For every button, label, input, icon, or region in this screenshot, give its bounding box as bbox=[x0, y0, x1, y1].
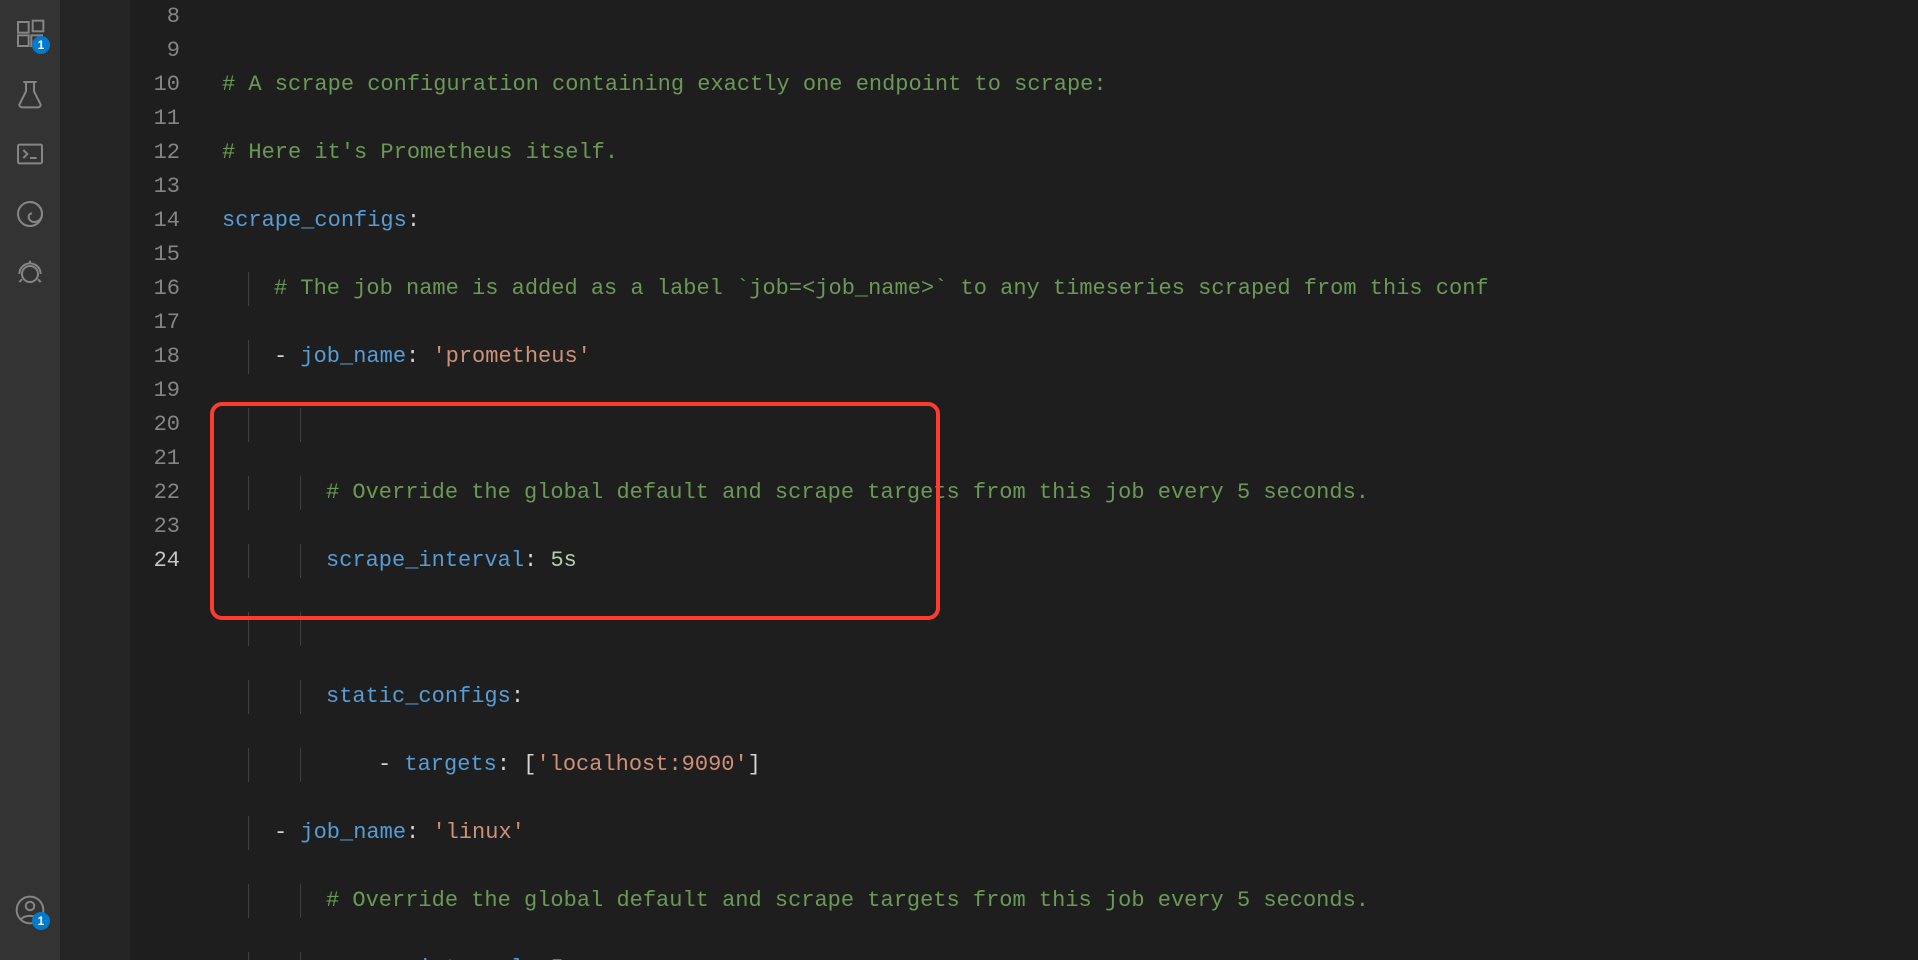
code-line[interactable]: # The job name is added as a label `job=… bbox=[222, 272, 1918, 306]
beaker-icon bbox=[14, 78, 46, 110]
code-token: 'localhost:9090' bbox=[536, 752, 747, 777]
code-line[interactable]: # Override the global default and scrape… bbox=[222, 476, 1918, 510]
activity-spiral[interactable] bbox=[0, 184, 60, 244]
code-token: targets bbox=[404, 752, 496, 777]
activity-extensions[interactable]: 1 bbox=[0, 4, 60, 64]
terminal-icon bbox=[14, 138, 46, 170]
line-number: 13 bbox=[130, 170, 180, 204]
code-token: # The job name is added as a label `job=… bbox=[274, 276, 1489, 301]
indent-guide bbox=[300, 748, 301, 782]
line-number-gutter: 89101112131415161718192021222324 bbox=[130, 0, 204, 578]
code-token: 'linux' bbox=[432, 820, 524, 845]
indent-guide bbox=[300, 680, 301, 714]
code-line[interactable] bbox=[222, 408, 1918, 442]
indent-guide bbox=[248, 340, 249, 374]
line-number: 19 bbox=[130, 374, 180, 408]
sidebar-collapsed[interactable] bbox=[60, 0, 130, 960]
indent-guide bbox=[300, 408, 301, 442]
indent-guide bbox=[248, 544, 249, 578]
activity-terminal[interactable] bbox=[0, 124, 60, 184]
app-root: 1 bbox=[0, 0, 1918, 960]
code-line[interactable]: # Here it's Prometheus itself. bbox=[222, 136, 1918, 170]
code-token: : bbox=[524, 956, 550, 960]
code-line[interactable]: # A scrape configuration containing exac… bbox=[222, 68, 1918, 102]
code-token: scrape_interval bbox=[326, 956, 524, 960]
code-token: static_configs bbox=[326, 684, 511, 709]
code-token: # A scrape configuration containing exac… bbox=[222, 72, 1107, 97]
code-line[interactable]: scrape_interval: 5s bbox=[222, 544, 1918, 578]
code-token: # Here it's Prometheus itself. bbox=[222, 140, 618, 165]
code-line[interactable]: - job_name: 'linux' bbox=[222, 816, 1918, 850]
line-number: 14 bbox=[130, 204, 180, 238]
code-line[interactable]: - targets: ['localhost:9090'] bbox=[222, 748, 1918, 782]
line-number: 23 bbox=[130, 510, 180, 544]
activity-testing[interactable] bbox=[0, 64, 60, 124]
code-token: : bbox=[406, 344, 432, 369]
editor-pane[interactable]: 89101112131415161718192021222324 # A scr… bbox=[130, 0, 1918, 960]
indent-guide bbox=[300, 476, 301, 510]
code-token: scrape_configs bbox=[222, 208, 407, 233]
code-token: - bbox=[274, 820, 300, 845]
code-line[interactable] bbox=[222, 0, 1918, 34]
code-token: : bbox=[407, 208, 420, 233]
code-line[interactable] bbox=[222, 612, 1918, 646]
line-number: 15 bbox=[130, 238, 180, 272]
code-token: : bbox=[406, 820, 432, 845]
code-token: 'prometheus' bbox=[432, 344, 590, 369]
indent-guide bbox=[248, 272, 249, 306]
indent-guide bbox=[300, 952, 301, 960]
code-token: - bbox=[274, 344, 300, 369]
code-token: # Override the global default and scrape… bbox=[326, 480, 1369, 505]
code-token: : bbox=[524, 548, 550, 573]
code-line[interactable]: - job_name: 'prometheus' bbox=[222, 340, 1918, 374]
line-number: 17 bbox=[130, 306, 180, 340]
indent-guide bbox=[248, 408, 249, 442]
code-token: ] bbox=[748, 752, 761, 777]
code-token: 5s bbox=[550, 548, 576, 573]
indent-guide bbox=[248, 476, 249, 510]
minimap[interactable] bbox=[1798, 0, 1918, 960]
indent-guide bbox=[248, 748, 249, 782]
line-number: 16 bbox=[130, 272, 180, 306]
indent-guide bbox=[248, 680, 249, 714]
line-number: 12 bbox=[130, 136, 180, 170]
line-number: 22 bbox=[130, 476, 180, 510]
indent-guide bbox=[300, 544, 301, 578]
indent-guide bbox=[248, 884, 249, 918]
line-number: 10 bbox=[130, 68, 180, 102]
code-token: 5s bbox=[550, 956, 576, 960]
accounts-badge: 1 bbox=[32, 912, 50, 930]
line-number: 20 bbox=[130, 408, 180, 442]
code-token: # Override the global default and scrape… bbox=[326, 888, 1369, 913]
headset-icon bbox=[14, 258, 46, 290]
line-number: 8 bbox=[130, 0, 180, 34]
line-number: 9 bbox=[130, 34, 180, 68]
indent-guide bbox=[248, 612, 249, 646]
code-token: : [ bbox=[497, 752, 537, 777]
code-token: - bbox=[378, 752, 404, 777]
code-token: scrape_interval bbox=[326, 548, 524, 573]
activity-headset[interactable] bbox=[0, 244, 60, 304]
code-line[interactable]: scrape_interval: 5s bbox=[222, 952, 1918, 960]
line-number: 18 bbox=[130, 340, 180, 374]
code-token: job_name bbox=[300, 344, 406, 369]
activity-bar: 1 bbox=[0, 0, 60, 960]
line-number: 24 bbox=[130, 544, 180, 578]
activity-accounts[interactable]: 1 bbox=[0, 880, 60, 940]
code-content[interactable]: # A scrape configuration containing exac… bbox=[222, 0, 1918, 578]
indent-guide bbox=[300, 884, 301, 918]
code-line[interactable]: # Override the global default and scrape… bbox=[222, 884, 1918, 918]
extensions-badge: 1 bbox=[32, 36, 50, 54]
code-token: : bbox=[511, 684, 524, 709]
spiral-icon bbox=[14, 198, 46, 230]
code-token: job_name bbox=[300, 820, 406, 845]
indent-guide bbox=[248, 816, 249, 850]
line-number: 21 bbox=[130, 442, 180, 476]
code-line[interactable]: static_configs: bbox=[222, 680, 1918, 714]
line-number: 11 bbox=[130, 102, 180, 136]
indent-guide bbox=[248, 952, 249, 960]
indent-guide bbox=[300, 612, 301, 646]
code-line[interactable]: scrape_configs: bbox=[222, 204, 1918, 238]
